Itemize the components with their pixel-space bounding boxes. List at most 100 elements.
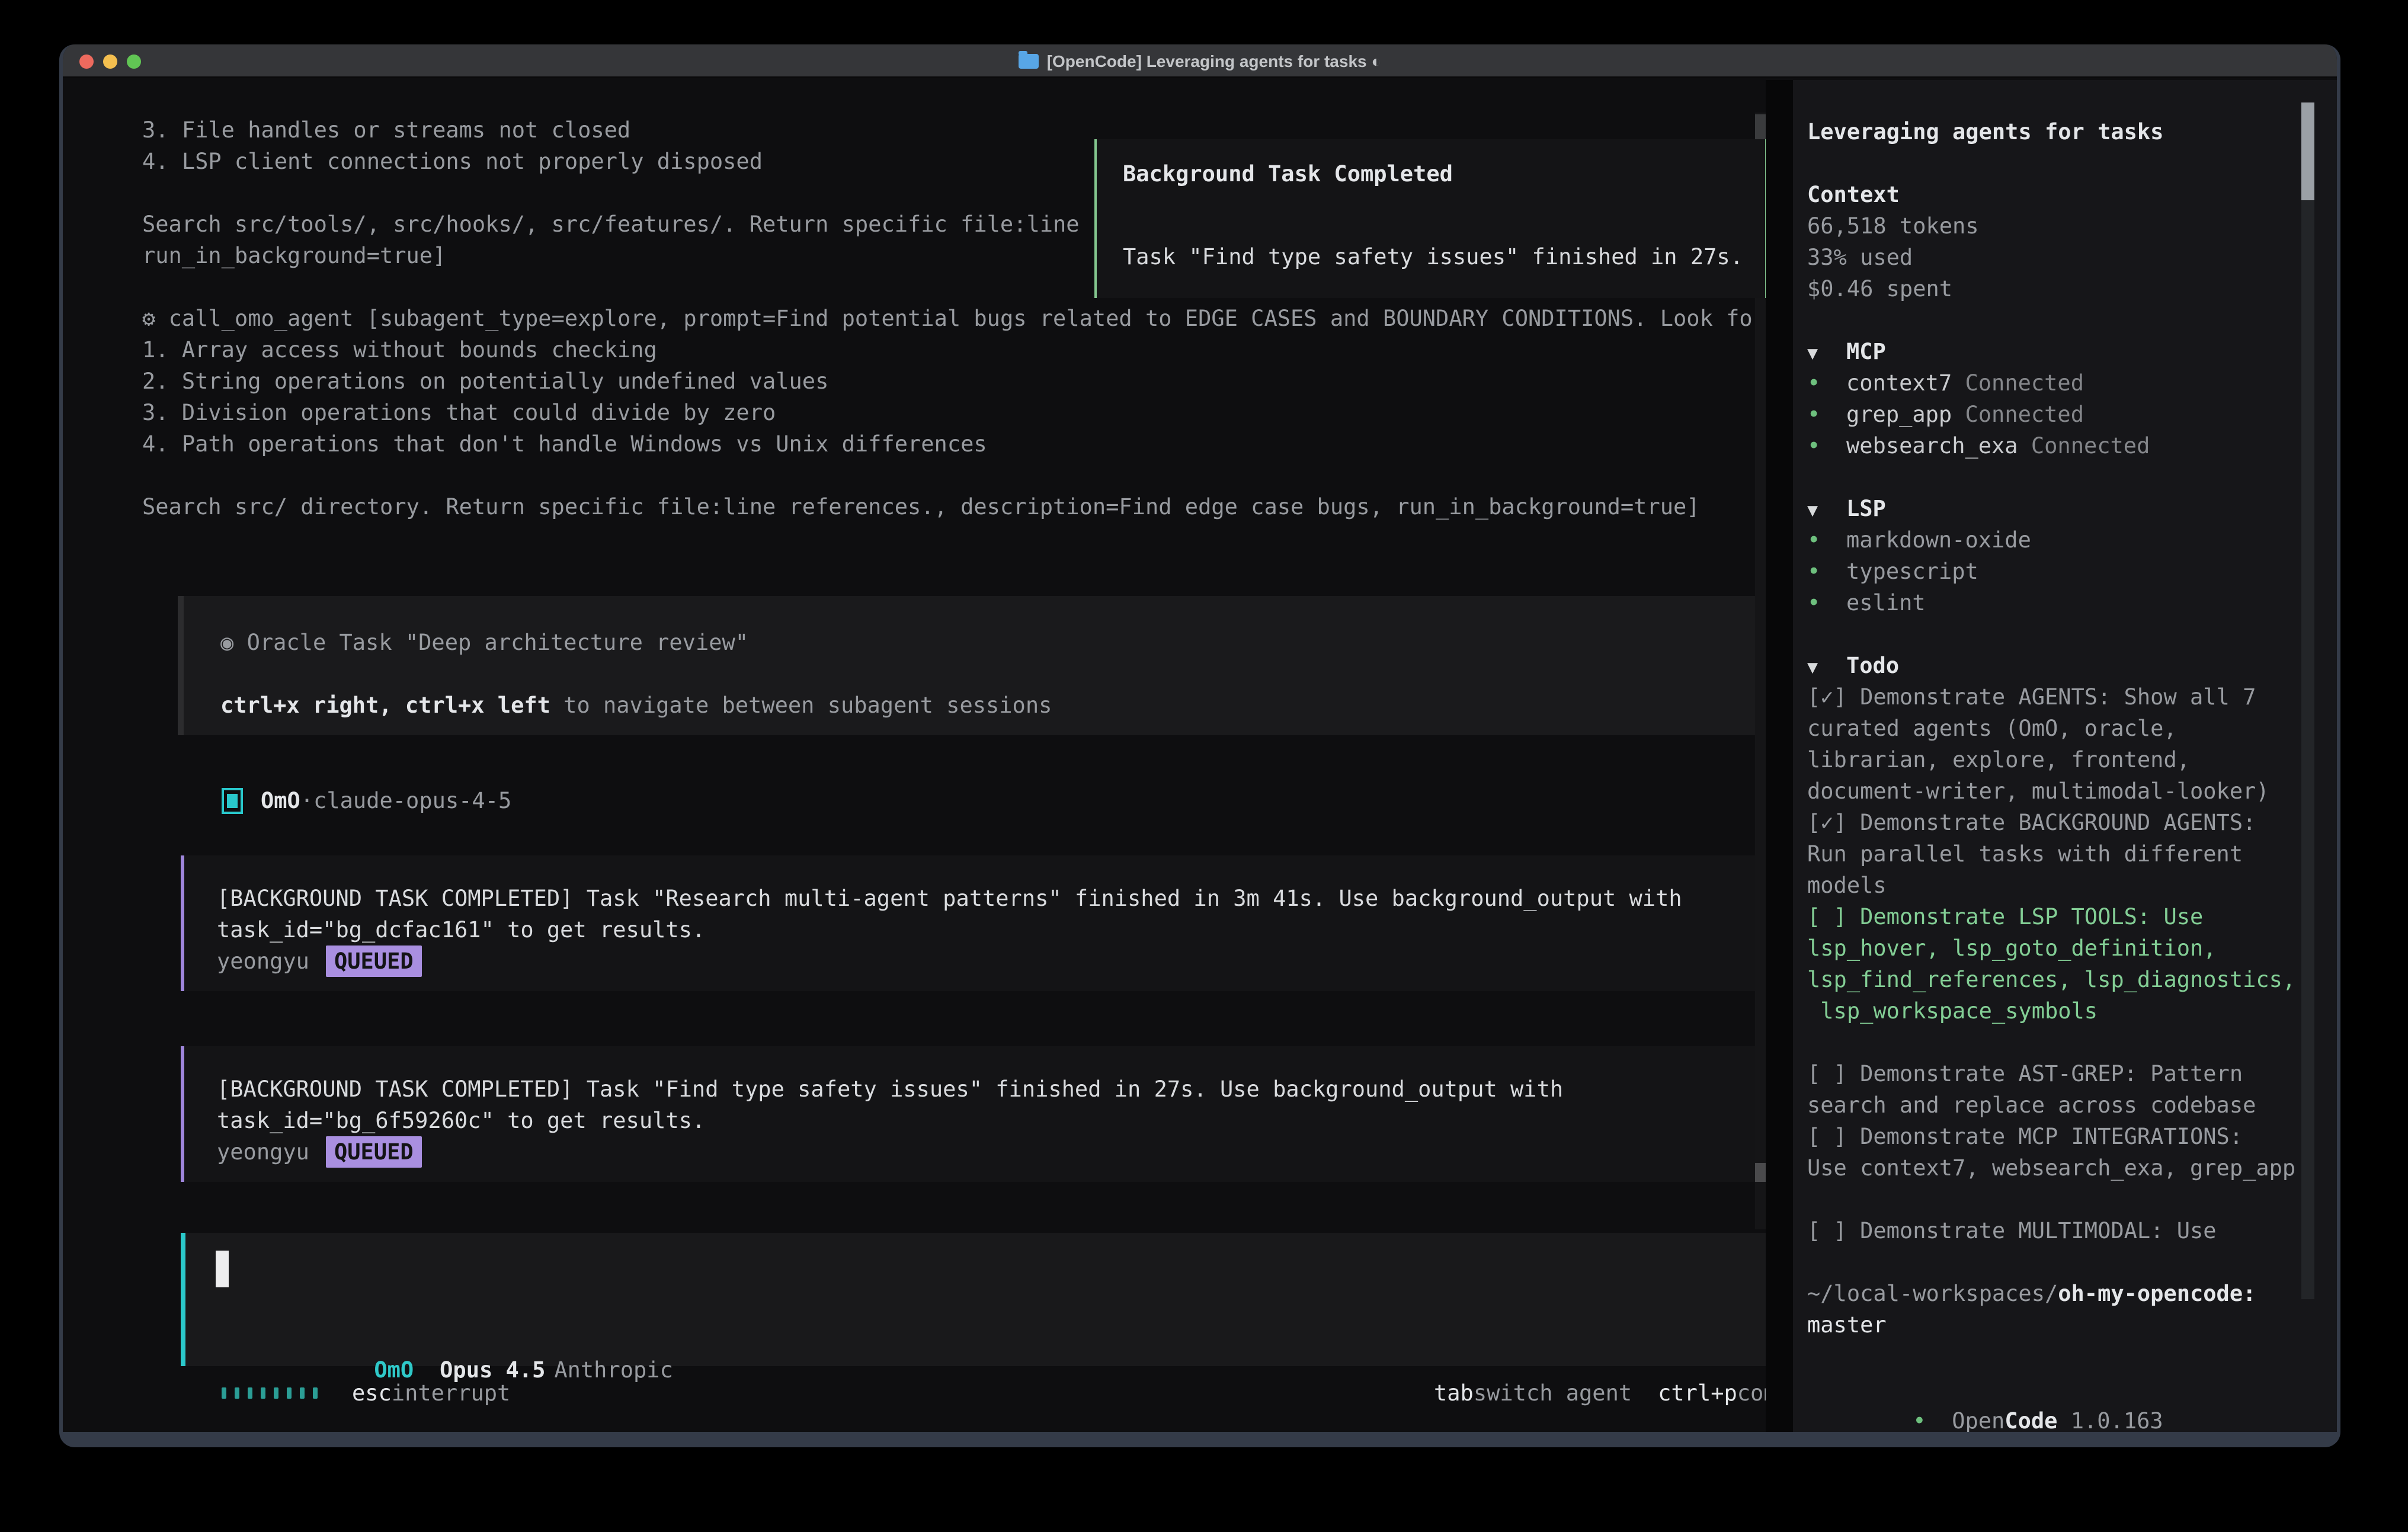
author-name: yeongyu bbox=[217, 1139, 309, 1165]
lsp-item-name: typescript bbox=[1846, 559, 1978, 584]
app-name-bold: Code bbox=[2004, 1408, 2057, 1432]
todo-item-active: lsp_workspace_symbols bbox=[1807, 995, 2313, 1027]
todo-item-pending: Use context7, websearch_exa, grep_app bbox=[1807, 1152, 2313, 1184]
ctrlp-key-label: commands bbox=[1737, 1377, 1766, 1409]
version-line: •OpenCode 1.0.163 bbox=[1807, 1374, 2163, 1405]
lsp-section-header[interactable]: ▼LSP bbox=[1807, 493, 2313, 524]
status-bar-right: tab switch agent ctrl+p commands bbox=[1434, 1377, 1766, 1409]
tool-call-line: ⚙ call_omo_agent [subagent_type=explore,… bbox=[142, 303, 1766, 334]
oracle-task-title: Oracle Task "Deep architecture review" bbox=[247, 630, 748, 655]
oracle-task-title-line: ◉ Oracle Task "Deep architecture review" bbox=[220, 627, 1766, 658]
mcp-section-header[interactable]: ▼MCP bbox=[1807, 336, 2313, 367]
todo-item-pending: [ ] Demonstrate MULTIMODAL: Use bbox=[1807, 1215, 2313, 1246]
sidebar-scrollbar-track[interactable] bbox=[2301, 102, 2314, 1299]
workspace-repo: oh-my-opencode: bbox=[2058, 1281, 2256, 1306]
task-message-meta: yeongyuQUEUED bbox=[217, 1136, 1766, 1168]
lsp-item: •eslint bbox=[1807, 587, 2313, 618]
task-message-line2: task_id="bg_dcfac161" to get results. bbox=[217, 914, 1766, 946]
todo-item-pending: search and replace across codebase bbox=[1807, 1089, 2313, 1121]
tab-key-label: switch agent bbox=[1474, 1377, 1632, 1409]
task-message-line1: [BACKGROUND TASK COMPLETED] Task "Resear… bbox=[217, 883, 1766, 914]
mcp-item-name: grep_app bbox=[1846, 402, 1952, 427]
folder-icon bbox=[1019, 54, 1039, 69]
shortcut-description: to navigate between subagent sessions bbox=[550, 693, 1052, 718]
scrollback-line: 1. Array access without bounds checking bbox=[142, 334, 1766, 366]
blank-line bbox=[1807, 1184, 2313, 1215]
mcp-item-name: websearch_exa bbox=[1846, 433, 2018, 459]
blank-line bbox=[220, 658, 1766, 690]
author-name: yeongyu bbox=[217, 948, 309, 974]
app-version-number: 1.0.163 bbox=[2057, 1408, 2163, 1432]
todo-item-pending: [ ] Demonstrate AST-GREP: Pattern bbox=[1807, 1058, 2313, 1089]
todo-item-done: models bbox=[1807, 870, 2313, 901]
workspace-path: ~/local-workspaces/ bbox=[1807, 1281, 2058, 1306]
radio-icon: ◉ bbox=[220, 630, 247, 655]
scrollback-line: Search src/ directory. Return specific f… bbox=[142, 491, 1766, 523]
bullet-icon: • bbox=[1807, 556, 1846, 587]
bullet-icon: • bbox=[1807, 367, 1846, 399]
opencode-window: [OpenCode] Leveraging agents for tasks ◐… bbox=[59, 44, 2340, 1447]
blank-line bbox=[1807, 305, 2313, 336]
oracle-task-card: ◉ Oracle Task "Deep architecture review"… bbox=[178, 596, 1766, 735]
sidebar: Leveraging agents for tasks Context 66,5… bbox=[1793, 80, 2337, 1432]
prompt-input[interactable]: OmOOpus 4.5Anthropic bbox=[181, 1233, 1766, 1366]
bullet-icon: • bbox=[1807, 430, 1846, 461]
chevron-down-icon: ▼ bbox=[1807, 338, 1846, 367]
notification-body: Task "Find type safety issues" finished … bbox=[1123, 241, 1743, 273]
bullet-icon: • bbox=[1807, 399, 1846, 430]
blank-line bbox=[1807, 148, 2313, 179]
sidebar-content: Leveraging agents for tasks Context 66,5… bbox=[1793, 80, 2313, 1341]
terminal-main-pane[interactable]: 3. File handles or streams not closed 4.… bbox=[63, 80, 1766, 1432]
lsp-item: •typescript bbox=[1807, 556, 2313, 587]
lsp-item: •markdown-oxide bbox=[1807, 524, 2313, 556]
main-scrollbar-thumb[interactable] bbox=[1755, 1163, 1766, 1182]
input-agent-name: OmO bbox=[374, 1357, 414, 1383]
background-task-notification: Background Task Completed Task "Find typ… bbox=[1094, 139, 1766, 298]
todo-item-done: curated agents (OmO, oracle, bbox=[1807, 713, 2313, 744]
tool-call-text: call_omo_agent [subagent_type=explore, p… bbox=[169, 306, 1766, 331]
todo-item-active: lsp_hover, lsp_goto_definition, bbox=[1807, 932, 2313, 964]
blank-line bbox=[1807, 618, 2313, 650]
bullet-icon: • bbox=[1913, 1405, 1952, 1432]
task-message-meta: yeongyuQUEUED bbox=[217, 946, 1766, 977]
workspace-path-line: ~/local-workspaces/oh-my-opencode: bbox=[1807, 1278, 2313, 1309]
context-used: 33% used bbox=[1807, 242, 2313, 273]
task-message-card: [BACKGROUND TASK COMPLETED] Task "Find t… bbox=[181, 1046, 1766, 1182]
context-tokens: 66,518 tokens bbox=[1807, 210, 2313, 242]
blank-line bbox=[142, 460, 1766, 491]
text-cursor bbox=[216, 1251, 229, 1287]
mcp-item: •grep_app Connected bbox=[1807, 399, 2313, 430]
session-title: Leveraging agents for tasks bbox=[1807, 116, 2313, 148]
gear-icon: ⚙ bbox=[142, 306, 169, 331]
sidebar-scrollbar-thumb[interactable] bbox=[2301, 102, 2314, 200]
todo-item-active: [ ] Demonstrate LSP TOOLS: Use bbox=[1807, 901, 2313, 932]
agent-square-icon bbox=[222, 788, 243, 814]
blank-line bbox=[1807, 1246, 2313, 1278]
agent-name: OmO bbox=[261, 785, 300, 816]
lsp-item-name: eslint bbox=[1846, 590, 1926, 616]
workspace-branch: master bbox=[1807, 1309, 2313, 1341]
todo-item-pending: [ ] Demonstrate MCP INTEGRATIONS: bbox=[1807, 1121, 2313, 1152]
mcp-item-status: Connected bbox=[1952, 370, 2084, 396]
shortcut-keys: ctrl+x right, ctrl+x left bbox=[220, 693, 550, 718]
window-title: [OpenCode] Leveraging agents for tasks ◐ bbox=[1047, 52, 1382, 71]
todo-section-header[interactable]: ▼Todo bbox=[1807, 650, 2313, 681]
window-body: 3. File handles or streams not closed 4.… bbox=[63, 80, 2337, 1432]
lsp-heading: LSP bbox=[1846, 496, 1886, 521]
tab-key-hint: tab bbox=[1434, 1377, 1474, 1409]
todo-item-done: document-writer, multimodal-looker) bbox=[1807, 775, 2313, 807]
mcp-heading: MCP bbox=[1846, 339, 1886, 364]
chevron-down-icon: ▼ bbox=[1807, 652, 1846, 681]
mcp-item-name: context7 bbox=[1846, 370, 1952, 396]
task-message-card: [BACKGROUND TASK COMPLETED] Task "Resear… bbox=[181, 855, 1766, 991]
todo-heading: Todo bbox=[1846, 653, 1899, 678]
bullet-icon: • bbox=[1807, 524, 1846, 556]
todo-item-done: [✓] Demonstrate AGENTS: Show all 7 bbox=[1807, 681, 2313, 713]
todo-item-done: Run parallel tasks with different bbox=[1807, 838, 2313, 870]
model-row: OmOOpus 4.5Anthropic bbox=[216, 1323, 673, 1354]
input-provider-name: Anthropic bbox=[554, 1357, 673, 1383]
app-name-dim: Open bbox=[1952, 1408, 2004, 1432]
window-titlebar[interactable]: [OpenCode] Leveraging agents for tasks ◐ bbox=[63, 44, 2337, 78]
lsp-item-name: markdown-oxide bbox=[1846, 527, 2031, 553]
todo-item-done: [✓] Demonstrate BACKGROUND AGENTS: bbox=[1807, 807, 2313, 838]
